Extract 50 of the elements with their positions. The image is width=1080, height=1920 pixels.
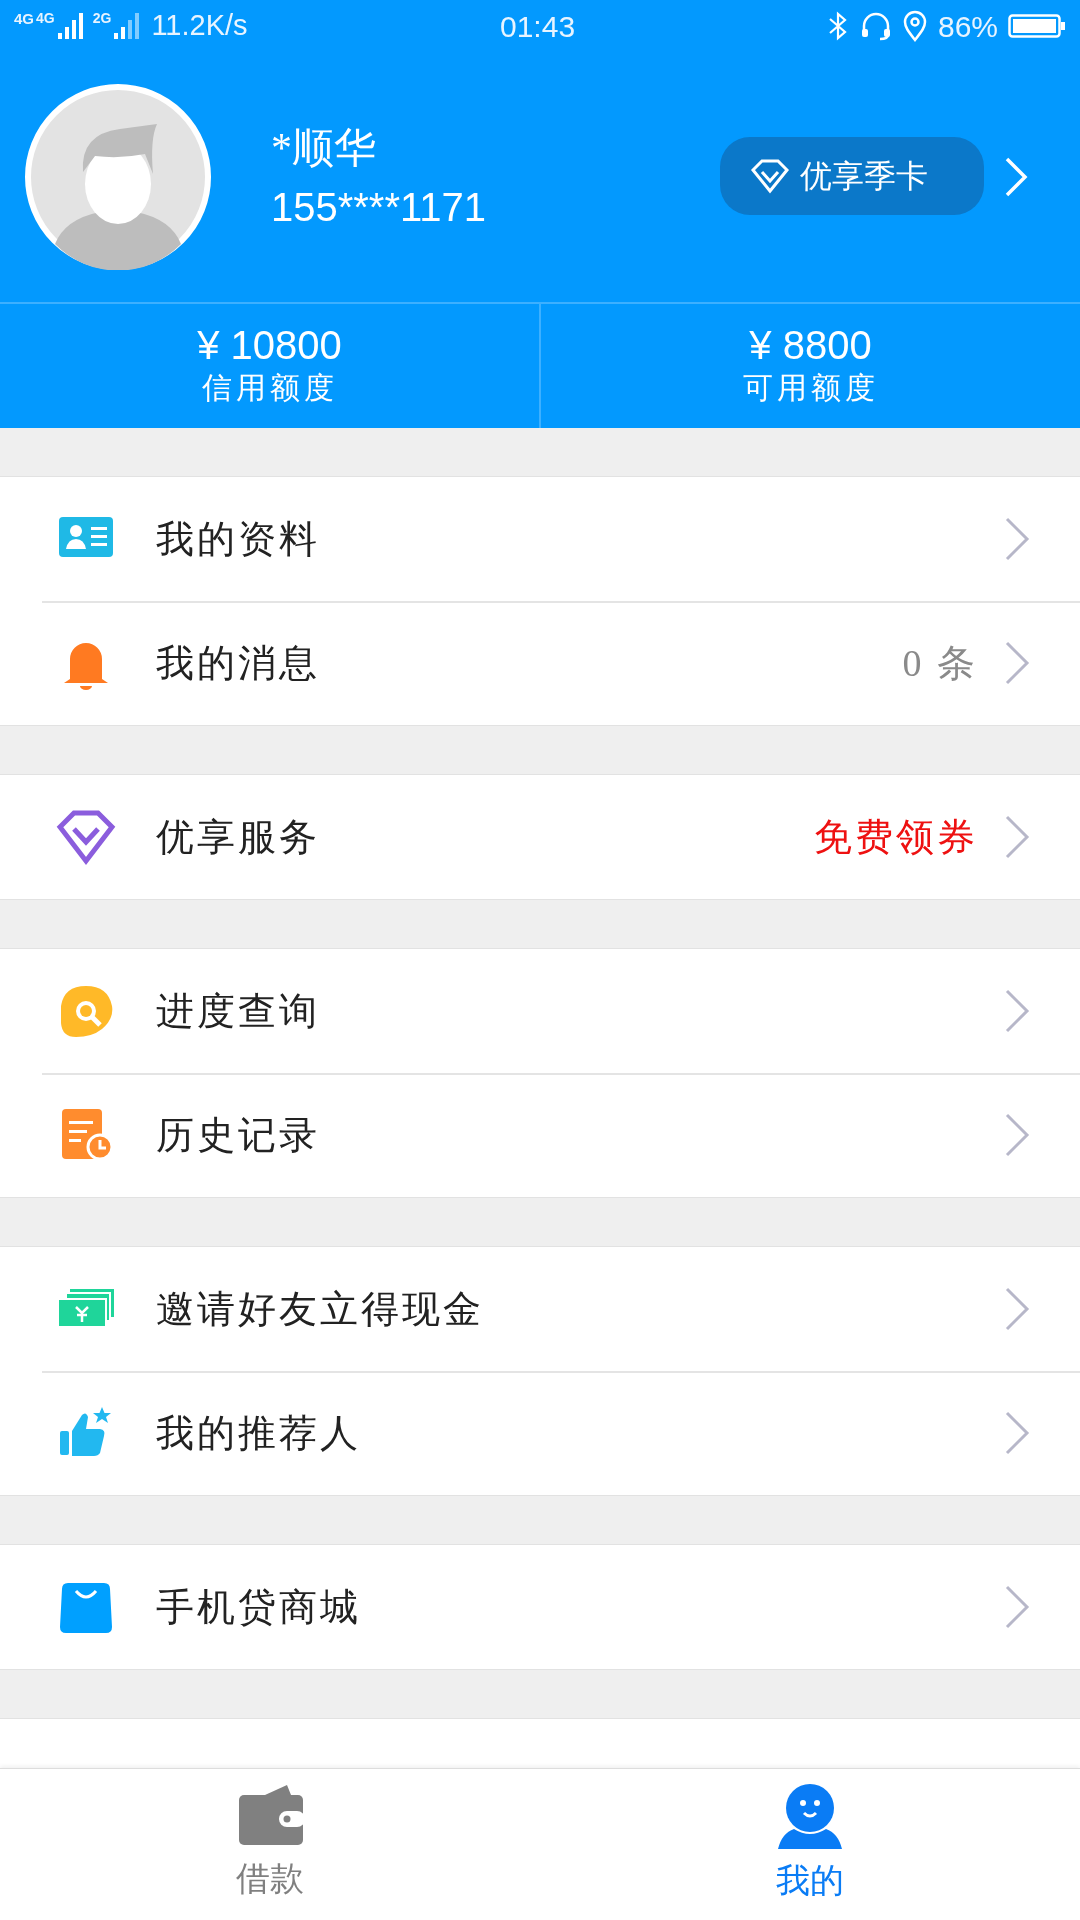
chevron-right-icon [1004, 988, 1030, 1034]
user-name: *顺华 [271, 127, 377, 169]
network-label: 2G [92, 9, 112, 29]
menu-label: 优享服务 [156, 814, 320, 860]
battery-percent: 86% [937, 8, 998, 45]
menu-item[interactable]: 我的推荐人 [0, 1371, 1080, 1495]
diamond-icon [750, 158, 790, 194]
credit-amount: ¥ 10800 [197, 325, 342, 366]
chevron-right-icon[interactable] [1004, 156, 1028, 198]
chevron-right-icon [1004, 814, 1030, 860]
menu-label: 我的消息 [156, 640, 320, 686]
count-label: 0 条 [902, 640, 978, 686]
menu-label: 历史记录 [156, 1112, 320, 1158]
chevron-right-icon [1004, 640, 1030, 686]
menu-item[interactable]: 邀请好友立得现金 [0, 1247, 1080, 1371]
network-label: 4G [14, 9, 34, 30]
chevron-right-icon [1004, 1584, 1030, 1630]
network-label: 4G [36, 9, 55, 29]
network-speed: 11.2K/s [151, 8, 248, 44]
wallet-icon [237, 1783, 303, 1847]
menu-item[interactable]: 历史记录 [0, 1073, 1080, 1197]
card-button[interactable]: 优享季卡 [720, 137, 984, 215]
signal-icon [56, 11, 85, 41]
chevron-right-icon [1004, 1286, 1030, 1332]
clock: 01:43 [500, 9, 576, 45]
menu-label: 我的推荐人 [156, 1410, 361, 1456]
tab[interactable]: 我的 [540, 1769, 1080, 1920]
chevron-right-icon [1004, 1112, 1030, 1158]
promo-label: 免费领券 [814, 814, 978, 860]
menu-label: 邀请好友立得现金 [156, 1286, 484, 1332]
menu-label: 手机贷商城 [156, 1584, 361, 1630]
headphones-icon [859, 11, 892, 41]
menu-item[interactable]: 优享服务 免费领券 [0, 775, 1080, 899]
signal-icon [113, 11, 142, 41]
location-icon [901, 10, 928, 42]
person-icon [777, 1783, 843, 1849]
phone-number: 155****1171 [271, 187, 487, 227]
credit-label: 信用额度 [201, 370, 338, 407]
chevron-right-icon [1004, 1410, 1030, 1456]
battery-icon [1008, 13, 1066, 39]
menu-item[interactable]: 我的资料 [0, 477, 1080, 601]
menu-label: 我的资料 [156, 516, 320, 562]
menu-item[interactable]: 我的消息 0 条 [0, 601, 1080, 725]
credit-label: 可用额度 [742, 370, 879, 407]
chevron-right-icon [1004, 516, 1030, 562]
menu-item[interactable]: 手机贷商城 [0, 1545, 1080, 1669]
menu-label: 进度查询 [156, 988, 320, 1034]
tab[interactable]: 借款 [0, 1769, 540, 1920]
credit-amount: ¥ 8800 [749, 325, 872, 366]
menu-item[interactable]: 进度查询 [0, 949, 1080, 1073]
